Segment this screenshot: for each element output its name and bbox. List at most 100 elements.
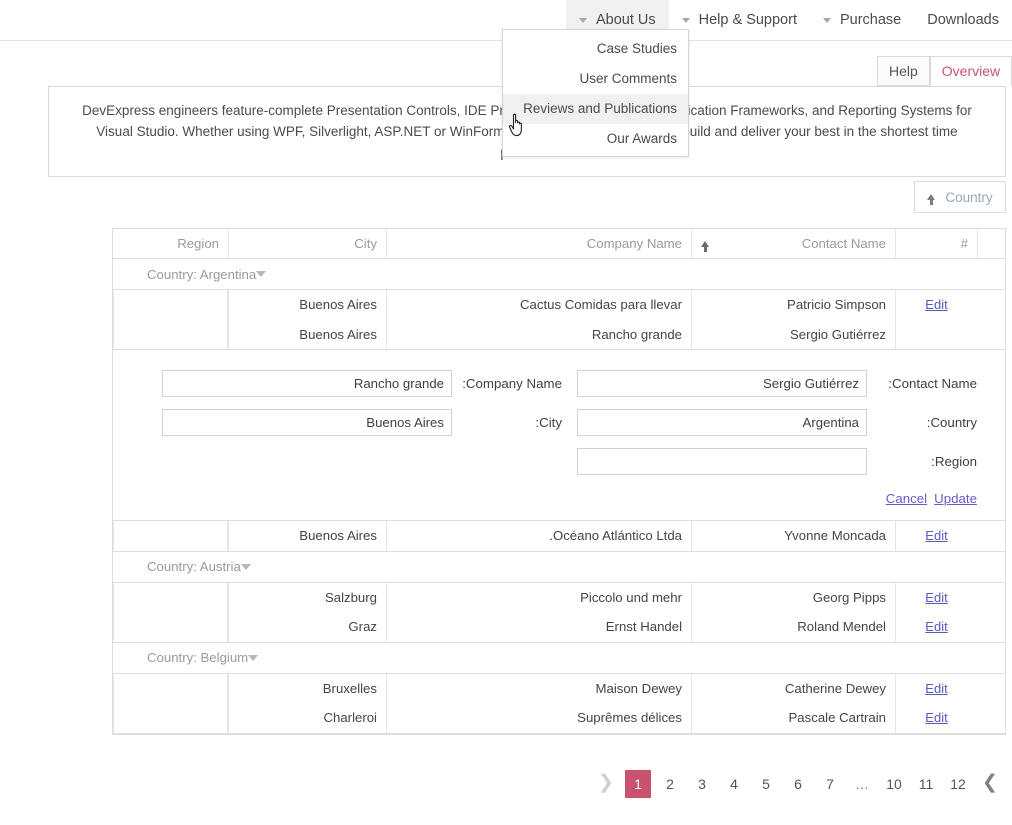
row-city: Charleroi [228,703,386,733]
chevron-down-icon[interactable] [240,563,251,570]
header-cell-company-name[interactable]: Company Name [386,229,691,258]
row-contact-name: Patricio Simpson [691,290,895,320]
pager-prev-button[interactable]: ❮ [977,770,1003,798]
edit-form-row-1: Contact Name: Company Name: [141,370,977,397]
edit-link[interactable]: Edit [925,528,947,543]
row-action-cell[interactable]: Edit [895,703,977,733]
pager-page-6[interactable]: 6 [785,770,811,798]
region-input[interactable] [577,448,867,475]
header-label-number: # [960,236,968,251]
pager-page-12[interactable]: 12 [945,770,971,798]
group-row-belgium[interactable]: Country: Belgium [113,642,1005,674]
field-label-company-name: Company Name: [462,376,562,391]
edit-link[interactable]: Edit [925,297,947,312]
arrow-up-icon [927,194,936,205]
table-row[interactable]: Sergio Gutiérrez Rancho grande Buenos Ai… [113,319,1005,349]
table-row[interactable]: Edit Patricio Simpson Cactus Comidas par… [113,290,1005,320]
edit-link[interactable]: Edit [925,710,947,725]
row-end-spacer [977,583,1005,613]
menu-item-user-comments[interactable]: User Comments [503,64,688,94]
row-city: Buenos Aires [228,319,386,349]
row-action-cell[interactable]: Edit [895,673,977,703]
row-end-spacer [977,674,1005,704]
pager-page-3[interactable]: 3 [689,770,715,798]
row-contact-name: Roland Mendel [691,612,895,642]
header-cell-contact-name[interactable]: Contact Name [691,229,895,258]
pager-page-7[interactable]: 7 [817,770,843,798]
row-company-name: Océano Atlántico Ltda. [386,521,691,551]
edit-link[interactable]: Edit [925,681,947,696]
pager-page-10[interactable]: 10 [881,770,907,798]
group-austria-rows: Edit Georg Pipps Piccolo und mehr Salzbu… [113,582,1005,643]
group-row-argentina[interactable]: Country: Argentina [113,259,1005,290]
sort-asc-icon [701,240,709,252]
edit-link[interactable]: Edit [925,590,947,605]
row-action-cell[interactable]: Edit [895,521,977,551]
table-row[interactable]: Edit Roland Mendel Ernst Handel Graz [113,612,1005,642]
group-row-austria[interactable]: Country: Austria [113,551,1005,583]
row-contact-name: Pascale Cartrain [691,703,895,733]
chevron-down-icon [822,17,831,23]
nav-item-downloads[interactable]: Downloads [914,0,1012,40]
table-row[interactable]: Edit Catherine Dewey Maison Dewey Bruxel… [113,673,1005,704]
menu-item-our-awards[interactable]: Our Awards [503,124,688,154]
row-region [113,319,228,349]
menu-item-label: User Comments [579,71,677,86]
pager-page-4[interactable]: 4 [721,770,747,798]
menu-item-case-studies[interactable]: Case Studies [503,34,688,64]
pager-page-1-current[interactable]: 1 [625,770,651,798]
header-cell-region[interactable]: Region [113,229,228,258]
group-argentina-rows-bottom: Edit Yvonne Moncada Océano Atlántico Ltd… [113,521,1005,552]
row-action-cell[interactable]: Edit [895,612,977,642]
chevron-down-icon[interactable] [248,654,259,661]
chevron-down-icon[interactable] [256,271,267,277]
pager-page-5[interactable]: 5 [753,770,779,798]
table-row[interactable]: Edit Pascale Cartrain Suprêmes délices C… [113,703,1005,733]
field-contact-name: Contact Name: [562,370,977,397]
pager-ellipsis: … [855,776,869,792]
nav-item-purchase[interactable]: Purchase [810,0,914,40]
row-region [113,703,228,733]
row-region [113,582,228,612]
edit-form-row-2: Country: City: [141,409,977,436]
pager-next-button[interactable]: ❯ [593,770,619,798]
edit-link[interactable]: Edit [925,619,947,634]
inline-edit-form: Contact Name: Company Name: Country: Cit… [113,350,1005,521]
tab-overview[interactable]: Overview [929,56,1012,86]
field-label-city: City: [535,415,562,430]
edit-form-row-3: Region: [141,448,977,475]
field-company-name: Company Name: [142,370,562,397]
row-region [113,521,228,551]
menu-item-reviews-and-publications[interactable]: Reviews and Publications [503,94,688,124]
cancel-link[interactable]: Cancel [886,491,927,506]
nav-item-label: Purchase [839,12,902,28]
country-input[interactable] [577,409,867,436]
row-end-spacer [977,612,1005,642]
table-row[interactable]: Edit Georg Pipps Piccolo und mehr Salzbu… [113,582,1005,613]
row-city: Salzburg [228,582,386,612]
row-city: Buenos Aires [228,290,386,320]
header-cell-number[interactable]: # [895,229,977,258]
demo-tab-bar: Overview Help [877,56,1012,86]
city-input[interactable] [162,409,452,436]
group-by-country-chip[interactable]: Country [914,181,1006,213]
group-argentina-rows-top: Edit Patricio Simpson Cactus Comidas par… [113,290,1005,350]
group-row-label: Country: Belgium [147,650,249,665]
company-name-input[interactable] [162,370,452,397]
menu-item-label: Our Awards [606,131,677,146]
contact-name-input[interactable] [577,370,867,397]
header-label-company-name: Company Name [586,236,682,251]
pager-page-2[interactable]: 2 [657,770,683,798]
nav-item-help-support[interactable]: Help & Support [669,0,810,40]
table-row[interactable]: Edit Yvonne Moncada Océano Atlántico Ltd… [113,521,1005,551]
update-link[interactable]: Update [934,491,977,506]
header-cell-city[interactable]: City [228,229,386,258]
row-action-cell [895,319,977,349]
pager-page-11[interactable]: 11 [913,770,939,798]
row-action-cell[interactable]: Edit [895,582,977,612]
row-action-cell[interactable]: Edit [895,290,977,320]
menu-item-label: Reviews and Publications [523,101,677,116]
tab-help[interactable]: Help [877,56,930,86]
row-region [113,612,228,642]
field-label-region: Region: [931,454,977,469]
